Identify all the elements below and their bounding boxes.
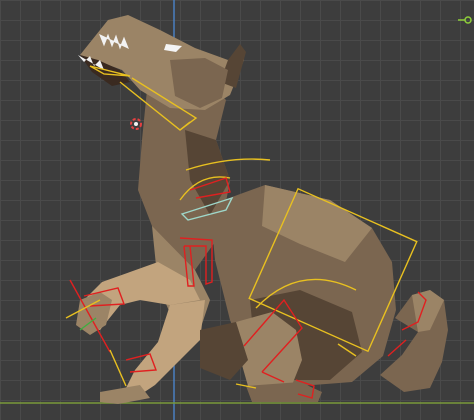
viewport-object-origin-icon[interactable] — [464, 16, 472, 24]
wolf-model[interactable] — [76, 15, 448, 404]
scene-canvas[interactable] — [0, 0, 474, 420]
3d-cursor-icon[interactable] — [130, 118, 142, 130]
wolf-front-leg-standing — [125, 300, 205, 395]
bone-front-foot-ik[interactable] — [109, 349, 127, 387]
3d-viewport[interactable] — [0, 0, 474, 420]
